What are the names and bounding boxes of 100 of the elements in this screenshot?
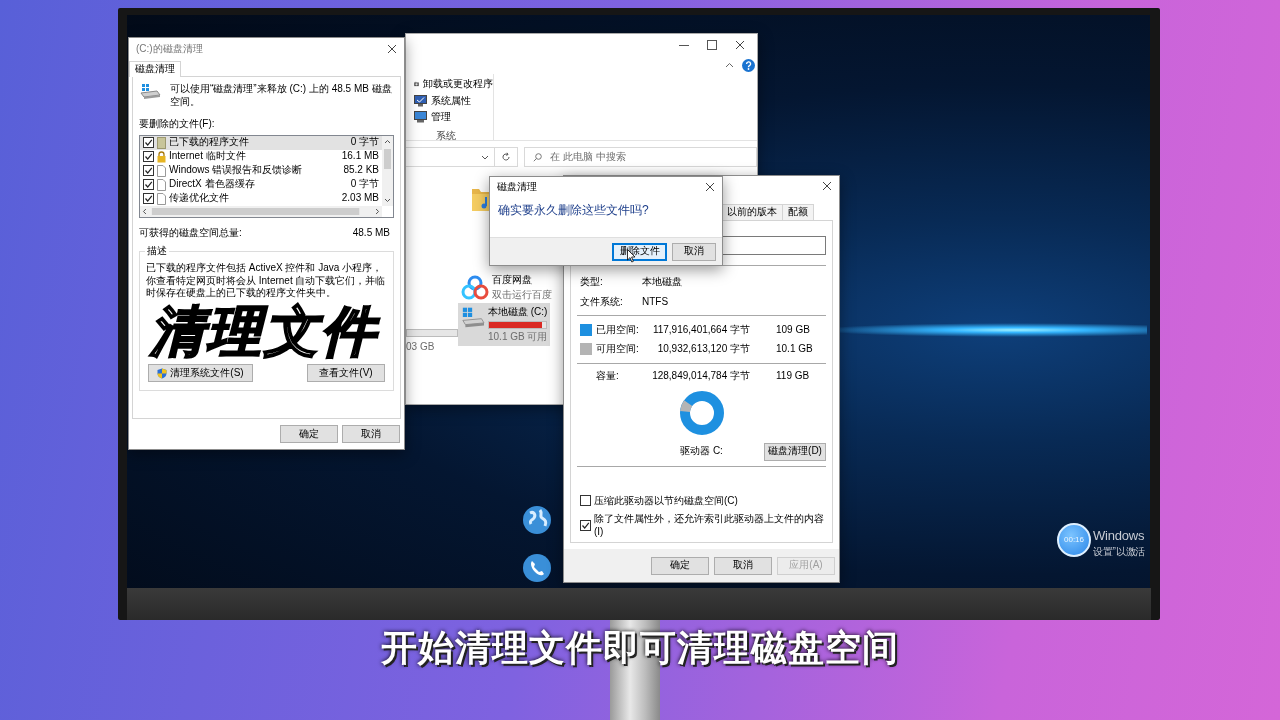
file-size: 2.03 MB <box>341 192 379 205</box>
field-value: NTFS <box>642 295 670 308</box>
file-size: 0 字节 <box>350 136 379 149</box>
option-label: 除了文件属性外，还允许索引此驱动器上文件的内容(I) <box>594 513 825 538</box>
ribbon-group-label: 系统 <box>436 129 456 142</box>
countdown-timer: 00:16 <box>1057 523 1091 557</box>
dialog-button[interactable]: 取消 <box>714 556 772 575</box>
ribbon-item[interactable]: 系统属性 <box>414 94 493 107</box>
total-value: 48.5 MB <box>352 226 390 239</box>
item-detail: 10.1 GB 可用 <box>488 330 548 343</box>
file-name: 传递优化文件 <box>169 192 230 205</box>
close-icon[interactable] <box>735 40 745 50</box>
list-row[interactable]: Windows 错误报告和反馈诊断 85.2 KB <box>140 163 382 178</box>
field-label: 可用空间: <box>596 342 640 355</box>
option-label: 压缩此驱动器以节约磁盘空间(C) <box>594 494 738 507</box>
computer-icon[interactable] <box>414 111 427 124</box>
item-name: 本地磁盘 (C:) <box>488 306 548 319</box>
action-button[interactable]: 查看文件(V) <box>307 364 385 383</box>
window-title: (C:)的磁盘清理 <box>136 42 203 56</box>
list-row[interactable]: DirectX 着色器缓存 0 字节 <box>140 177 382 192</box>
file-icon <box>157 164 166 177</box>
confirm-message: 确实要永久删除这些文件吗? <box>498 203 649 217</box>
description-text: 已下载的程序文件包括 ActiveX 控件和 Java 小程序，你查看特定网页时将会从 Internet 自动下载它们，并临时保存在硬盘上的已下载的程序文件夹中。 <box>146 262 387 300</box>
file-icon <box>157 178 166 191</box>
file-size: 16.1 MB <box>341 150 379 163</box>
drive-icon <box>139 83 161 101</box>
list-row[interactable]: 传递优化文件 2.03 MB <box>140 191 382 206</box>
checkbox[interactable] <box>143 193 154 204</box>
file-size: 0 字节 <box>350 178 379 191</box>
activation-notice: 设置”以激活 <box>1093 546 1146 559</box>
item-detail: 双击运行百度 <box>492 288 552 301</box>
dialog-button[interactable]: 确定 <box>280 425 338 443</box>
close-icon[interactable] <box>387 44 397 54</box>
list-row[interactable]: 已下载的程序文件 0 字节 <box>140 135 382 150</box>
field-value: 本地磁盘 <box>642 276 683 289</box>
close-icon[interactable] <box>822 181 832 191</box>
field-label: 文件系统: <box>580 295 624 308</box>
help-icon[interactable] <box>742 58 755 72</box>
size-value: 109 GB <box>775 324 811 337</box>
intro-text: 可以使用“磁盘清理”来释放 (C:) 上的 48.5 MB 磁盘空间。 <box>170 83 393 108</box>
file-name: Windows 错误报告和反馈诊断 <box>169 164 304 177</box>
tab[interactable]: 配额 <box>782 203 814 220</box>
checkbox[interactable] <box>580 520 591 531</box>
file-name: 已下载的程序文件 <box>169 136 250 149</box>
caret-up-icon[interactable] <box>725 62 734 68</box>
list-label: 要删除的文件(F): <box>139 118 215 131</box>
close-icon[interactable] <box>705 182 715 192</box>
shield-icon <box>157 367 168 379</box>
activation-notice: Windows <box>1093 528 1145 545</box>
refresh-button[interactable] <box>495 147 518 167</box>
field-label: 已用空间: <box>596 324 640 337</box>
field-label: 容量: <box>596 370 620 383</box>
search-field[interactable]: 在 此电脑 中搜索 <box>524 147 757 167</box>
size-value: 119 GB <box>775 370 811 383</box>
checkbox[interactable] <box>143 137 154 148</box>
dialog-button[interactable]: 取消 <box>342 425 400 443</box>
action-button[interactable]: 清理系统文件(S) <box>148 364 253 383</box>
ribbon-item[interactable]: 卸载或更改程序 <box>414 78 493 91</box>
dialog-button[interactable]: 取消 <box>672 242 716 261</box>
overlay-title: 清理文件 <box>150 303 378 361</box>
monitor-icon[interactable] <box>414 94 427 107</box>
dialog-button[interactable]: 确定 <box>651 556 709 575</box>
list-row[interactable]: Internet 临时文件 16.1 MB <box>140 149 382 164</box>
item-name: 百度网盘 <box>492 274 533 287</box>
refresh-icon <box>501 152 511 162</box>
phone-icon[interactable] <box>522 553 552 583</box>
byte-count: 10,932,613,120 字节 <box>656 342 750 355</box>
byte-count: 128,849,014,784 字节 <box>651 370 750 383</box>
disk-cleanup-button[interactable]: 磁盘清理(D) <box>764 442 826 461</box>
item-detail: 03 GB <box>406 341 435 354</box>
search-icon <box>533 152 542 162</box>
checkbox[interactable] <box>143 151 154 162</box>
checkbox[interactable] <box>580 495 591 507</box>
file-icon <box>157 192 166 205</box>
drive-tile[interactable]: 本地磁盘 (C:) 10.1 GB 可用 <box>458 303 551 346</box>
byte-count: 117,916,401,664 字节 <box>651 324 750 337</box>
usage-bar <box>406 329 458 337</box>
checkbox[interactable] <box>143 165 154 176</box>
tab[interactable]: 以前的版本 <box>721 203 783 220</box>
drive-tile[interactable]: 百度网盘 双击运行百度 <box>458 271 555 305</box>
horizontal-scrollbar[interactable] <box>140 205 382 217</box>
dropdown-caret-icon[interactable] <box>481 154 489 160</box>
field-label: 类型: <box>580 276 604 289</box>
drive-label: 驱动器 C: <box>680 445 723 458</box>
tab[interactable]: 磁盘清理 <box>129 60 181 77</box>
checkbox[interactable] <box>143 179 154 190</box>
lock-icon <box>157 150 166 163</box>
size-value: 10.1 GB <box>775 342 814 355</box>
dialog-button[interactable]: 删除文件 <box>612 242 667 261</box>
address-field[interactable] <box>406 147 495 167</box>
vertical-scrollbar[interactable] <box>382 135 393 206</box>
file-size: 85.2 KB <box>343 164 379 177</box>
drive-icon <box>461 306 485 328</box>
file-name: Internet 临时文件 <box>169 150 247 163</box>
maximize-icon[interactable] <box>707 40 717 50</box>
window-title: 磁盘清理 <box>497 180 537 194</box>
group-legend: 描述 <box>145 245 169 258</box>
ribbon-item[interactable]: 管理 <box>414 111 493 124</box>
cloud-rings-icon <box>461 274 489 302</box>
total-label: 可获得的磁盘空间总量: <box>139 226 242 239</box>
